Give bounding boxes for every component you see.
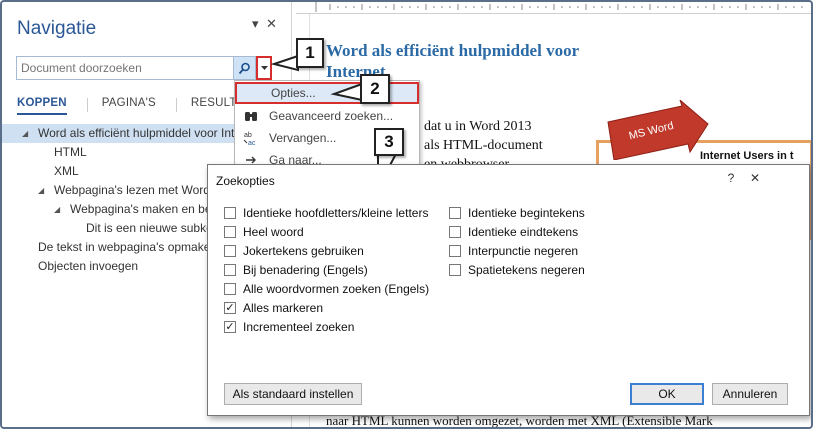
expand-triangle-icon[interactable]: ◢ [38,181,44,200]
image-caption: Internet Users in t [700,150,794,162]
tree-item-label: Word als efficiënt hulpmiddel voor Inter… [38,126,262,140]
option-checkbox-ignore-whitespace[interactable]: Spatietekens negeren [449,263,585,277]
option-checkbox-highlight-all[interactable]: ✓ Alles markeren [224,301,323,315]
body-text-line: dat u in Word 2013 [424,119,532,134]
tree-item-label: Objecten invoegen [38,259,139,273]
body-text-line: als HTML-document [424,138,543,153]
option-checkbox-match-suffix[interactable]: Identieke eindtekens [449,225,578,239]
option-checkbox-sounds-like[interactable]: Bij benadering (Engels) [224,263,368,277]
checkbox[interactable] [224,264,236,276]
cancel-button[interactable]: Annuleren [712,383,788,405]
checkbox[interactable] [224,226,236,238]
search-icon [238,62,250,74]
ruler-ticks [315,2,803,12]
expand-triangle-icon[interactable]: ◢ [54,200,60,219]
option-label: Alle woordvormen zoeken (Engels) [243,282,430,296]
tree-item-label: De tekst in webpagina's opmaken [38,240,218,254]
option-label: Identieke eindtekens [468,225,579,239]
svg-text:ac: ac [248,140,256,146]
option-label: Identieke begintekens [468,206,585,220]
search-input[interactable] [17,57,227,79]
search-button[interactable] [233,57,255,79]
heading-line: Word als efficiënt hulpmiddel voor [326,41,580,60]
tab-divider [175,98,177,112]
search-options-dialog: Zoekopties ? ✕ Identieke hoofdletters/kl… [207,164,810,416]
callout-number: 1 [296,38,324,68]
checkbox[interactable] [224,207,236,219]
menu-item-label: Geavanceerd zoeken... [269,109,394,123]
tree-item-label: HTML [54,145,87,159]
option-label: Identieke hoofdletters/kleine letters [243,206,429,220]
option-checkbox-whole-word[interactable]: Heel woord [224,225,304,239]
horizontal-ruler [296,0,812,14]
callout-number: 2 [360,74,390,104]
checkbox[interactable]: ✓ [224,302,236,314]
option-checkbox-all-word-forms[interactable]: Alle woordvormen zoeken (Engels) [224,282,429,296]
nav-title: Navigatie [17,18,97,39]
checkbox[interactable] [449,226,461,238]
close-icon[interactable]: ✕ [266,16,277,32]
tab-paginas[interactable]: PAGINA'S [102,96,156,115]
menu-item-label: Vervangen... [269,131,337,145]
binoculars-icon [245,112,257,121]
replace-icon: ab ac [243,132,256,146]
option-label: Spatietekens negeren [468,263,585,277]
tree-item-label: Webpagina's lezen met Word [54,183,210,197]
tree-item-label: Dit is een nieuwe subkop [86,221,220,235]
menu-item-opties[interactable]: Opties... [235,82,419,104]
option-label: Interpunctie negeren [468,244,579,258]
option-label: Jokertekens gebruiken [243,244,364,258]
tree-item-label: XML [54,164,79,178]
option-label: Alles markeren [243,301,324,315]
search-box [16,56,256,80]
option-checkbox-match-prefix[interactable]: Identieke begintekens [449,206,585,220]
chevron-down-icon [260,65,268,70]
pane-options-icon[interactable]: ▾ [252,16,259,32]
search-options-dropdown-button[interactable] [256,56,272,80]
search-options-menu: Opties... Geavanceerd zoeken... ab ac Ve… [234,80,420,170]
ms-word-banner: MS Word [607,100,709,160]
tab-divider [86,98,88,112]
option-label: Incrementeel zoeken [243,320,355,334]
option-checkbox-match-case[interactable]: Identieke hoofdletters/kleine letters [224,206,428,220]
checkbox[interactable] [449,245,461,257]
callout-number: 3 [374,128,404,156]
svg-text:ab: ab [244,132,252,139]
menu-item-label: Opties... [271,86,316,100]
option-label: Heel woord [243,225,304,239]
option-checkbox-ignore-punctuation[interactable]: Interpunctie negeren [449,244,578,258]
ok-button[interactable]: OK [630,383,704,405]
checkbox[interactable]: ✓ [224,321,236,333]
option-label: Bij benadering (Engels) [243,263,368,277]
set-as-default-button[interactable]: Als standaard instellen [224,383,362,405]
checkbox[interactable] [449,264,461,276]
dialog-title: Zoekopties [216,174,275,188]
menu-item-geavanceerd-zoeken[interactable]: Geavanceerd zoeken... [235,105,419,127]
close-icon[interactable]: ✕ [744,171,766,189]
help-icon[interactable]: ? [720,171,742,189]
option-checkbox-incremental[interactable]: ✓ Incrementeel zoeken [224,320,354,334]
expand-triangle-icon[interactable]: ◢ [22,124,28,143]
checkbox[interactable] [449,207,461,219]
checkbox[interactable] [224,283,236,295]
checkbox[interactable] [224,245,236,257]
tab-koppen[interactable]: KOPPEN [17,96,67,115]
option-checkbox-wildcards[interactable]: Jokertekens gebruiken [224,244,364,258]
